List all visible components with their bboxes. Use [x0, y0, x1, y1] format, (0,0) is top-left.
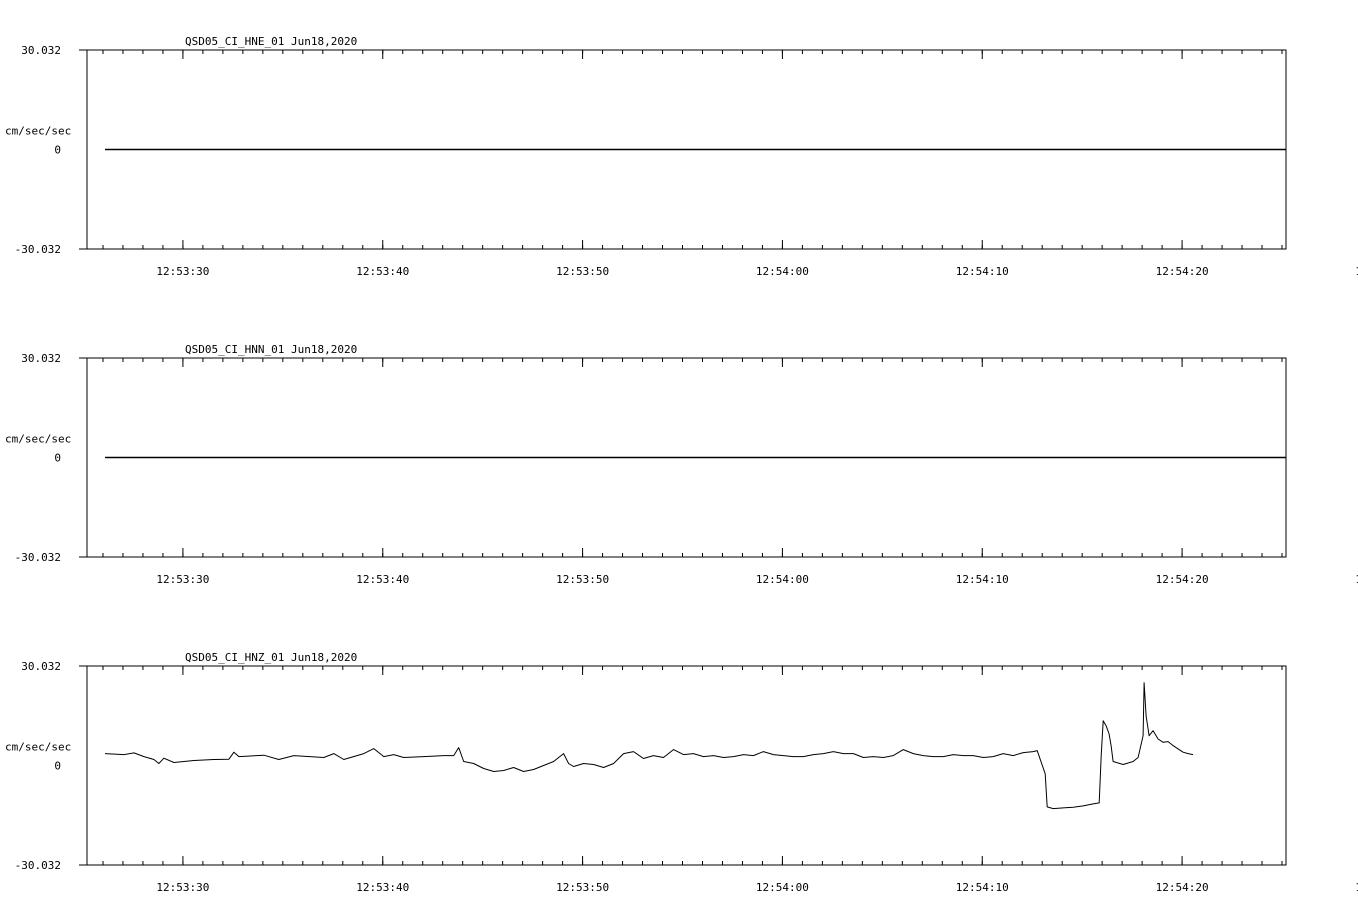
y-max-label: 30.032: [21, 44, 61, 57]
y-unit-label: cm/sec/sec: [5, 433, 71, 446]
x-tick-label: 12:54:20: [1156, 881, 1209, 894]
x-tick-label: 12:53:30: [156, 881, 209, 894]
waveform-trace: [104, 682, 1194, 810]
x-tick-label: 12:54:10: [956, 881, 1009, 894]
y-zero-label: 0: [54, 452, 61, 465]
x-tick-label: 12:54:10: [956, 265, 1009, 278]
x-tick-label: 12:53:30: [156, 265, 209, 278]
y-zero-label: 0: [54, 144, 61, 157]
x-tick-label: 12:54:00: [756, 265, 809, 278]
seismogram-panel-2: QSD05_CI_HNN_01 Jun18,2020 30.032 0 -30.032…: [5, 343, 1358, 586]
y-max-label: 30.032: [21, 660, 61, 673]
x-tick-label: 12:54:10: [956, 573, 1009, 586]
x-tick-label: 12:53:40: [356, 881, 409, 894]
x-tick-label: 12:54:00: [756, 573, 809, 586]
y-min-label: -30.032: [15, 243, 61, 256]
panel-title: QSD05_CI_HNN_01 Jun18,2020: [185, 343, 357, 356]
x-tick-label: 12:53:50: [556, 881, 609, 894]
panel-title: QSD05_CI_HNE_01 Jun18,2020: [185, 35, 357, 48]
seismogram-canvas: QSD05_CI_HNE_01 Jun18,2020 30.032 0 -30.032…: [5, 35, 1358, 894]
seismogram-panel-1: QSD05_CI_HNE_01 Jun18,2020 30.032 0 -30.032…: [5, 35, 1358, 278]
x-tick-label: 12:54:00: [756, 881, 809, 894]
x-tick-label: 12:53:50: [556, 573, 609, 586]
x-tick-label: 12:53:30: [156, 573, 209, 586]
panel-title: QSD05_CI_HNZ_01 Jun18,2020: [185, 651, 357, 664]
y-unit-label: cm/sec/sec: [5, 741, 71, 754]
seismogram-panel-3: QSD05_CI_HNZ_01 Jun18,2020 30.032 0 -30.032…: [5, 651, 1358, 894]
y-zero-label: 0: [54, 760, 61, 773]
y-unit-label: cm/sec/sec: [5, 125, 71, 138]
y-min-label: -30.032: [15, 859, 61, 872]
x-tick-label: 12:54:20: [1156, 265, 1209, 278]
x-tick-label: 12:53:40: [356, 573, 409, 586]
y-max-label: 30.032: [21, 352, 61, 365]
x-tick-label: 12:53:50: [556, 265, 609, 278]
plot-frame: [86, 665, 1287, 866]
x-tick-label: 12:53:40: [356, 265, 409, 278]
y-min-label: -30.032: [15, 551, 61, 564]
x-tick-label: 12:54:20: [1156, 573, 1209, 586]
